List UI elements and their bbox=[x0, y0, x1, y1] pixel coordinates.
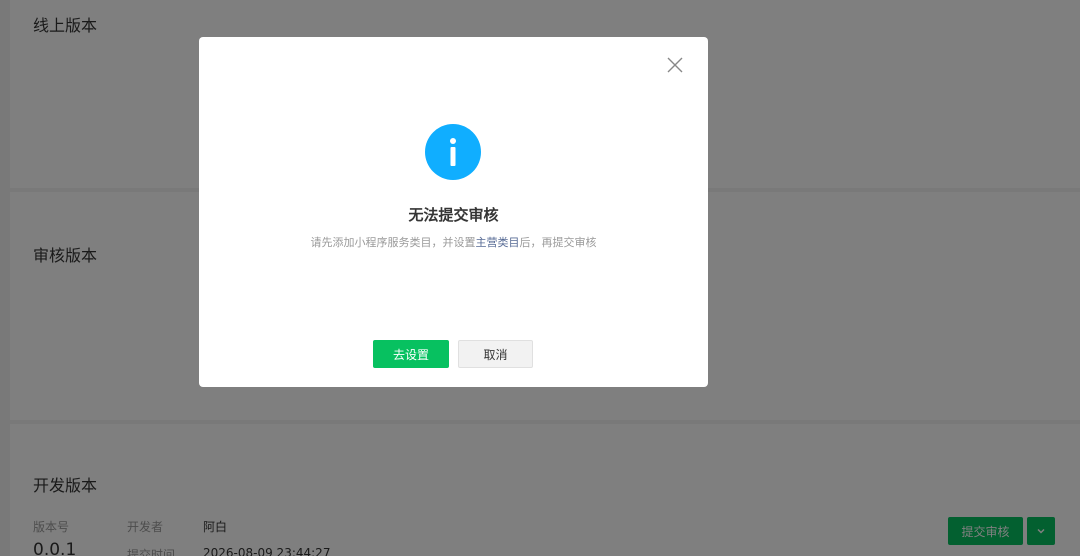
info-icon bbox=[425, 124, 481, 180]
cancel-button[interactable]: 取消 bbox=[458, 340, 533, 368]
dialog-close-button[interactable] bbox=[665, 55, 685, 75]
dialog-description-prefix: 请先添加小程序服务类目，并设置 bbox=[310, 236, 476, 249]
dialog-description-suffix: 后，再提交审核 bbox=[519, 236, 597, 249]
go-settings-button[interactable]: 去设置 bbox=[373, 340, 449, 368]
main-category-link[interactable]: 主营类目 bbox=[476, 236, 520, 249]
cannot-submit-dialog: 无法提交审核 请先添加小程序服务类目，并设置主营类目后，再提交审核 去设置 取消 bbox=[199, 37, 708, 387]
close-icon bbox=[667, 57, 683, 73]
dialog-description: 请先添加小程序服务类目，并设置主营类目后，再提交审核 bbox=[199, 234, 708, 250]
dialog-title: 无法提交审核 bbox=[408, 206, 499, 224]
